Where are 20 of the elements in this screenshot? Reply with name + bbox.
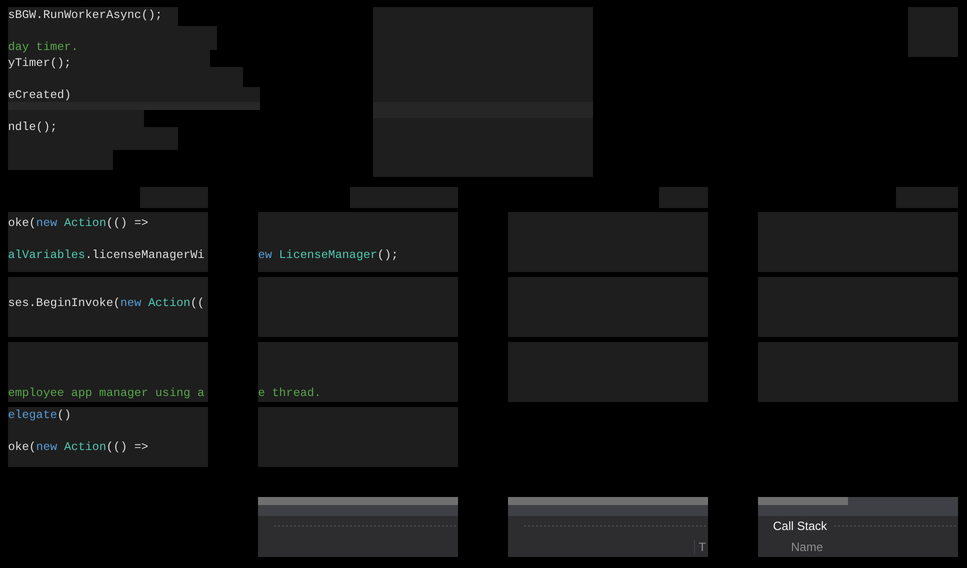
code-line: ses.BeginInvoke(new Action((	[8, 295, 204, 311]
code-line: oke(new Action(() =>	[8, 439, 148, 455]
code-line: oke(new Action(() =>	[8, 215, 148, 231]
column-header[interactable]: T	[694, 540, 708, 554]
code-line: e thread.	[258, 385, 322, 401]
panel-title: Call Stack	[773, 519, 828, 533]
code-line: yTimer();	[8, 55, 72, 71]
code-line: alVariables.licenseManagerWi	[8, 247, 204, 263]
editor-tile	[659, 187, 708, 208]
code-line: eCreated)	[8, 87, 72, 103]
column-header[interactable]: Name	[791, 540, 826, 554]
editor-tile	[908, 7, 958, 57]
code-line: elegate()	[8, 407, 72, 423]
code-line: day timer.	[8, 39, 78, 55]
editor-tile	[140, 187, 208, 208]
editor-tile	[896, 187, 958, 208]
code-line: ew LicenseManager();	[258, 247, 398, 263]
code-line: employee app manager using a	[8, 385, 204, 401]
code-line: sBGW.RunWorkerAsync();	[8, 7, 162, 23]
code-line: ndle();	[8, 119, 58, 135]
